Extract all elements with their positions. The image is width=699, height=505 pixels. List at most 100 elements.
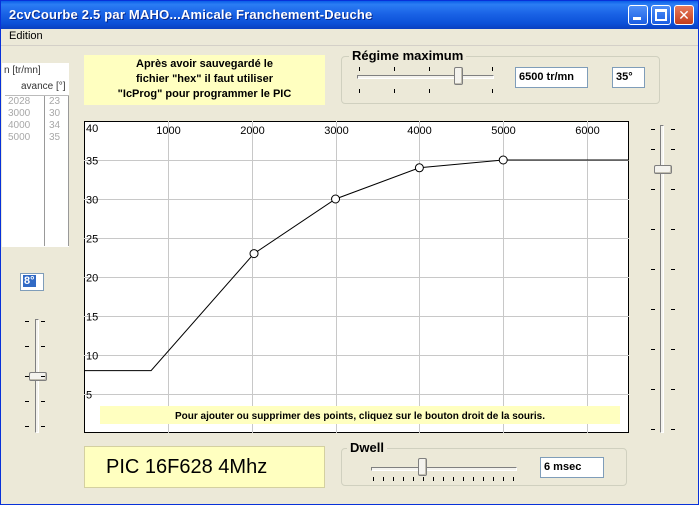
slider-tick — [463, 477, 464, 481]
slider-tick — [41, 346, 45, 347]
slider-tick — [41, 401, 45, 402]
slider-tick — [423, 477, 424, 481]
slider-tick — [473, 477, 474, 481]
list-item[interactable]: 34 — [46, 120, 68, 132]
slider-tick — [671, 349, 675, 350]
slider-tick — [359, 89, 360, 93]
menu-bar: Edition — [1, 29, 698, 46]
x-tick-label: 2000 — [240, 125, 264, 137]
list-item[interactable]: 3000 — [5, 108, 44, 120]
slider-tick — [513, 477, 514, 481]
slider-tick — [671, 429, 675, 430]
x-tick-label: 4000 — [407, 125, 431, 137]
title-bar[interactable]: 2cvCourbe 2.5 par MAHO...Amicale Franche… — [1, 1, 698, 29]
y-tick-label: 35 — [86, 156, 98, 168]
dwell-field[interactable]: 6 msec — [540, 457, 604, 478]
info-line: fichier "hex" il faut utiliser — [136, 73, 273, 85]
minimize-button[interactable] — [628, 5, 648, 25]
slider-tick — [493, 477, 494, 481]
maximize-button[interactable] — [651, 5, 671, 25]
x-tick-label: 6000 — [575, 125, 599, 137]
curve-control-point[interactable] — [331, 194, 341, 204]
list-item[interactable]: 4000 — [5, 120, 44, 132]
rpm-column: 2028 3000 4000 5000 — [5, 96, 45, 246]
slider-tick — [41, 376, 45, 377]
slider-tick — [671, 149, 675, 150]
x-tick-label: 5000 — [491, 125, 515, 137]
list-item[interactable]: 2028 — [5, 96, 44, 108]
chart-canvas[interactable]: 1000 2000 3000 4000 5000 6000 40 35 30 25 20 15 10 5 P… — [84, 121, 629, 433]
slider-tick — [671, 129, 675, 130]
slider-tick — [443, 477, 444, 481]
curve-control-point[interactable] — [414, 163, 424, 173]
maximize-icon — [655, 9, 667, 21]
slider-tick — [651, 269, 655, 270]
slider-thumb[interactable] — [454, 67, 464, 85]
slider-tick — [403, 477, 404, 481]
info-line: Après avoir sauvegardé le — [136, 58, 273, 70]
slider-tick — [651, 149, 655, 150]
slider-tick — [651, 229, 655, 230]
slider-track — [371, 467, 517, 471]
slider-tick — [429, 67, 430, 71]
slider-tick — [393, 477, 394, 481]
slider-thumb[interactable] — [654, 165, 672, 174]
slider-tick — [394, 89, 395, 93]
info-line: "IcProg" pour programmer le PIC — [117, 88, 292, 100]
list-item[interactable]: 35 — [46, 132, 68, 144]
pic-label-box: PIC 16F628 4Mhz — [84, 446, 325, 488]
slider-tick — [651, 429, 655, 430]
slider-tick — [671, 389, 675, 390]
slider-tick — [671, 269, 675, 270]
slider-tick — [453, 477, 454, 481]
slider-tick — [671, 229, 675, 230]
slider-tick — [651, 129, 655, 130]
slider-tick — [383, 477, 384, 481]
slider-thumb[interactable] — [418, 458, 428, 476]
window-title: 2cvCourbe 2.5 par MAHO...Amicale Franche… — [9, 7, 373, 22]
y-tick-label: 5 — [86, 390, 92, 402]
dwell-label: Dwell — [347, 440, 387, 455]
x-tick-label: 1000 — [156, 125, 180, 137]
slider-tick — [483, 477, 484, 481]
slider-tick — [394, 67, 395, 71]
advance-curve-chart[interactable]: 1000 2000 3000 4000 5000 6000 40 35 30 25 20 15 10 5 P… — [84, 121, 629, 433]
slider-tick — [651, 309, 655, 310]
menu-edition[interactable]: Edition — [9, 30, 43, 42]
x-tick-label: 3000 — [324, 125, 348, 137]
minimize-icon — [633, 17, 641, 20]
initial-advance-field[interactable]: 8° — [20, 273, 44, 291]
curve-control-point[interactable] — [498, 155, 508, 165]
close-icon: ✕ — [678, 7, 690, 23]
slider-tick — [651, 189, 655, 190]
list-item[interactable]: 30 — [46, 108, 68, 120]
y-tick-label: 10 — [86, 351, 98, 363]
max-advance-field[interactable]: 35° — [612, 67, 645, 88]
slider-tick — [359, 67, 360, 71]
slider-tick — [413, 477, 414, 481]
list-header-advance: avance [°] — [21, 81, 66, 92]
curve-control-point[interactable] — [249, 249, 259, 259]
slider-tick — [25, 426, 29, 427]
slider-tick — [25, 401, 29, 402]
app-window: 2cvCourbe 2.5 par MAHO...Amicale Franche… — [0, 0, 699, 505]
list-item[interactable]: 5000 — [5, 132, 44, 144]
list-header-rpm: n [tr/mn] — [4, 65, 41, 76]
slider-tick — [25, 321, 29, 322]
list-item[interactable]: 23 — [46, 96, 68, 108]
slider-tick — [41, 426, 45, 427]
advance-column: 23 30 34 35 — [46, 96, 69, 246]
slider-track — [357, 75, 494, 79]
y-tick-label: 20 — [86, 273, 98, 285]
slider-tick — [671, 189, 675, 190]
slider-tick — [433, 477, 434, 481]
slider-tick — [492, 89, 493, 93]
hint-text: Pour ajouter ou supprimer des points, cl… — [175, 411, 545, 422]
max-rpm-field[interactable]: 6500 tr/mn — [515, 67, 588, 88]
slider-tick — [671, 309, 675, 310]
slider-tick — [492, 67, 493, 71]
pic-label: PIC 16F628 4Mhz — [106, 456, 268, 478]
slider-tick — [651, 349, 655, 350]
close-button[interactable]: ✕ — [674, 5, 694, 25]
y-tick-label: 25 — [86, 234, 98, 246]
